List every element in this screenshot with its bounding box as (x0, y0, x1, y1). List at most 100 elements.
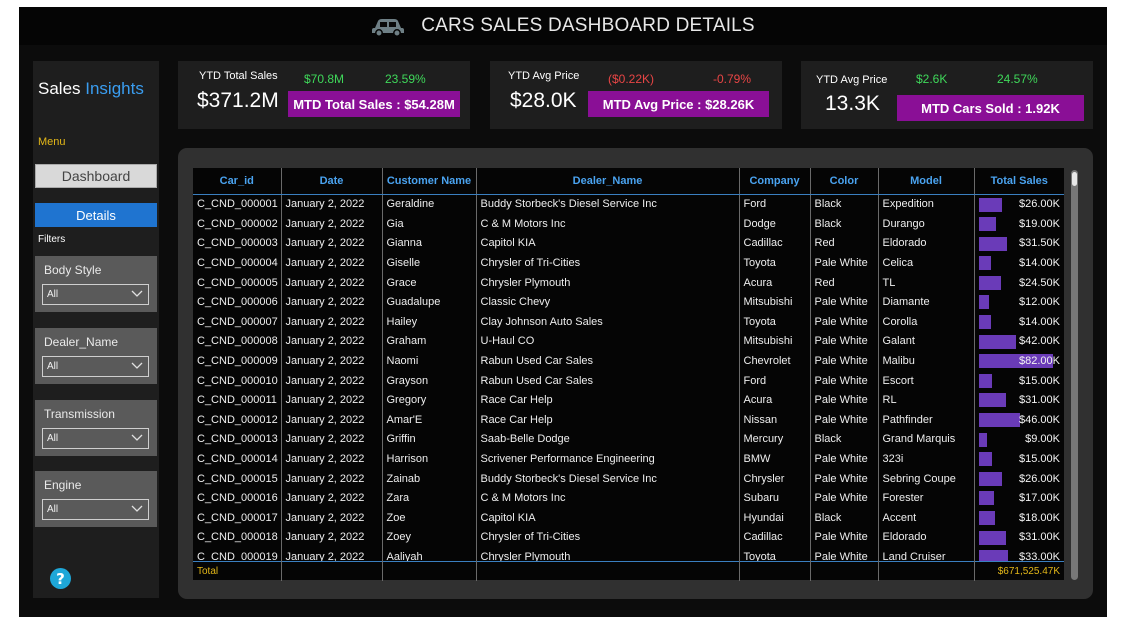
slicer-label: Engine (44, 478, 82, 492)
sales-value: $46.00K (1019, 413, 1060, 426)
cell-model: Forester (878, 488, 975, 508)
cell-model: TL (878, 272, 975, 293)
cell-car-id: C_CND_000012 (193, 410, 282, 430)
scrollbar-thumb[interactable] (1072, 172, 1077, 186)
cell-date: January 2, 2022 (281, 508, 383, 528)
cell-company: Ford (739, 194, 811, 215)
cell-total-sales: $82.00K (974, 351, 1064, 371)
sales-databar (978, 530, 1007, 545)
sales-databar (978, 236, 1007, 251)
cell-model: Eldorado (878, 527, 975, 548)
body-style-dropdown[interactable]: All (42, 284, 149, 305)
table-body[interactable]: C_CND_000001 January 2, 2022 Geraldine Budd… (193, 194, 1064, 561)
column-header-color[interactable]: Color (810, 168, 879, 195)
chevron-down-icon (131, 505, 143, 512)
sales-value: $42.00K (1019, 335, 1060, 348)
column-header-total-sales[interactable]: Total Sales (974, 168, 1064, 195)
table-row[interactable]: C_CND_000002 January 2, 2022 Gia C & M Moto… (193, 214, 1064, 234)
cell-dealer-name: Capitol KIA (476, 508, 740, 528)
cell-model: Corolla (878, 312, 975, 332)
cell-dealer-name: Chrysler of Tri-Cities (476, 527, 740, 548)
column-header-dealer-name[interactable]: Dealer_Name (476, 168, 740, 195)
cell-company: Mitsubishi (739, 292, 811, 313)
table-row[interactable]: C_CND_000008 January 2, 2022 Graham U-Haul … (193, 331, 1064, 352)
sales-value: $19.00K (1019, 217, 1060, 230)
cell-color: Pale White (810, 547, 879, 561)
column-header-model[interactable]: Model (878, 168, 975, 195)
dealer-name-dropdown[interactable]: All (42, 356, 149, 377)
table-row[interactable]: C_CND_000013 January 2, 2022 Griffin Saab-B… (193, 429, 1064, 450)
kpi-total-sales: YTD Total Sales $371.2M $70.8M 23.59% MT… (178, 61, 470, 129)
sales-databar (978, 393, 1007, 408)
cell-car-id: C_CND_000004 (193, 253, 282, 273)
cell-color: Pale White (810, 331, 879, 352)
column-header-company[interactable]: Company (739, 168, 811, 195)
cell-dealer-name: Scrivener Performance Engineering (476, 449, 740, 469)
cell-customer-name: Gia (382, 214, 477, 234)
sales-databar (978, 275, 1001, 290)
table-row[interactable]: C_CND_000019 January 2, 2022 Aaliyah Chrysl… (193, 547, 1064, 561)
dashboard-button[interactable]: Dashboard (35, 164, 157, 188)
table-row[interactable]: C_CND_000001 January 2, 2022 Geraldine Budd… (193, 194, 1064, 215)
engine-dropdown[interactable]: All (42, 499, 149, 520)
column-header-date[interactable]: Date (281, 168, 383, 195)
cell-date: January 2, 2022 (281, 312, 383, 332)
table-row[interactable]: C_CND_000003 January 2, 2022 Gianna Capitol… (193, 233, 1064, 254)
cell-car-id: C_CND_000019 (193, 547, 282, 561)
kpi-delta-pct: 24.57% (997, 72, 1038, 86)
cell-model: 323i (878, 449, 975, 469)
table-row[interactable]: C_CND_000011 January 2, 2022 Gregory Race C… (193, 390, 1064, 411)
transmission-dropdown[interactable]: All (42, 428, 149, 449)
table-row[interactable]: C_CND_000004 January 2, 2022 Giselle Chrysl… (193, 253, 1064, 273)
cell-company: Toyota (739, 312, 811, 332)
cell-dealer-name: Chrysler Plymouth (476, 547, 740, 561)
cell-date: January 2, 2022 (281, 527, 383, 548)
table-row[interactable]: C_CND_000009 January 2, 2022 Naomi Rabun Us… (193, 351, 1064, 371)
cell-car-id: C_CND_000014 (193, 449, 282, 469)
details-button[interactable]: Details (35, 203, 157, 227)
cell-total-sales: $14.00K (974, 253, 1064, 273)
table-row[interactable]: C_CND_000015 January 2, 2022 Zainab Buddy S… (193, 468, 1064, 489)
cell-color: Pale White (810, 390, 879, 411)
column-header-customer-name[interactable]: Customer Name (382, 168, 477, 195)
sales-value: $31.00K (1019, 531, 1060, 544)
cell-total-sales: $15.00K (974, 449, 1064, 469)
table-row[interactable]: C_CND_000017 January 2, 2022 Zoe Capitol KI… (193, 508, 1064, 528)
table-row[interactable]: C_CND_000005 January 2, 2022 Grace Chrysler… (193, 272, 1064, 293)
table-row[interactable]: C_CND_000006 January 2, 2022 Guadalupe Clas… (193, 292, 1064, 313)
sales-databar (978, 432, 987, 447)
cell-model: Sebring Coupe (878, 468, 975, 489)
slicer-dealer-name: Dealer_Name All (35, 328, 157, 384)
sales-databar (978, 334, 1017, 349)
kpi-delta-abs: $70.8M (304, 72, 345, 86)
cell-date: January 2, 2022 (281, 468, 383, 489)
table-row[interactable]: C_CND_000014 January 2, 2022 Harrison Scriv… (193, 449, 1064, 469)
cell-color: Pale White (810, 253, 879, 273)
cell-company: Mitsubishi (739, 331, 811, 352)
cell-total-sales: $31.00K (974, 528, 1064, 548)
cell-customer-name: Giselle (382, 253, 477, 273)
table-row[interactable]: C_CND_000007 January 2, 2022 Hailey Clay Jo… (193, 312, 1064, 332)
table-row[interactable]: C_CND_000016 January 2, 2022 Zara C & M Mot… (193, 488, 1064, 508)
cell-color: Pale White (810, 468, 879, 489)
cell-color: Pale White (810, 488, 879, 508)
cell-date: January 2, 2022 (281, 449, 383, 469)
cell-customer-name: Zara (382, 488, 477, 508)
column-header-car-id[interactable]: Car_id (193, 168, 282, 195)
table-row[interactable]: C_CND_000018 January 2, 2022 Zoey Chrysler … (193, 527, 1064, 548)
cell-model: Escort (878, 370, 975, 391)
kpi-cars-sold: YTD Avg Price 13.3K $2.6K 24.57% MTD Car… (801, 61, 1093, 129)
table-row[interactable]: C_CND_000010 January 2, 2022 Grayson Rabun … (193, 370, 1064, 391)
cell-date: January 2, 2022 (281, 214, 383, 234)
question-icon[interactable]: ? (50, 568, 71, 589)
cell-model: Grand Marquis (878, 429, 975, 450)
dashboard-frame: CARS SALES DASHBOARD DETAILS Sales Insig… (19, 7, 1107, 617)
sales-databar (978, 452, 993, 467)
cell-color: Black (810, 194, 879, 215)
table-row[interactable]: C_CND_000012 January 2, 2022 Amar'E Race Ca… (193, 410, 1064, 430)
sales-databar (978, 256, 992, 271)
cell-total-sales: $24.50K (974, 273, 1064, 293)
cell-customer-name: Zainab (382, 468, 477, 489)
kpi-label: YTD Avg Price (508, 70, 580, 82)
table-scrollbar[interactable] (1071, 170, 1078, 580)
